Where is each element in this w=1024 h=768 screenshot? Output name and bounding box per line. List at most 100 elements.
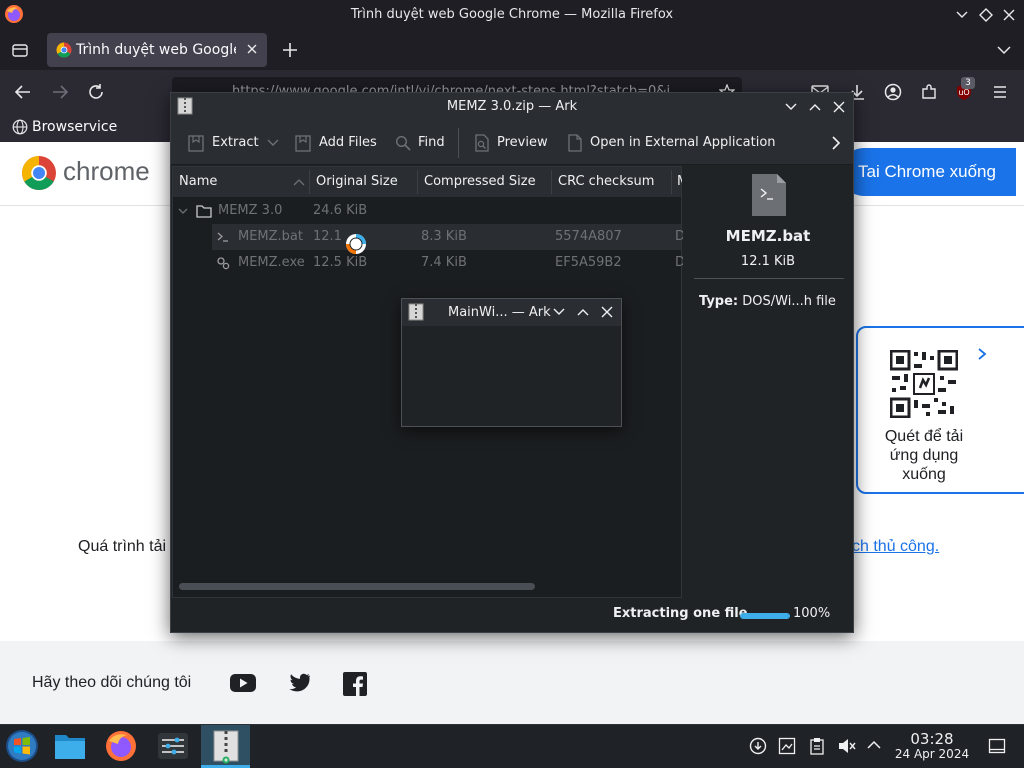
ark-window-title: MEMZ 3.0.zip — Ark — [446, 99, 578, 114]
toolbar-overflow-chevron-icon[interactable] — [830, 135, 842, 151]
qr-caption: Quét để tải ứng dụng xuống — [884, 428, 964, 483]
close-icon[interactable] — [1002, 8, 1016, 22]
twitter-icon[interactable] — [287, 673, 311, 693]
table-row-name[interactable]: MEMZ.bat — [238, 224, 303, 250]
panel-filesize: 12.1 KiB — [740, 254, 796, 269]
back-icon[interactable] — [14, 83, 32, 101]
ark-close-icon[interactable] — [832, 100, 846, 114]
start-menu-icon[interactable] — [5, 729, 39, 763]
facebook-icon[interactable] — [343, 672, 367, 696]
system-settings-icon[interactable] — [157, 732, 189, 760]
table-row-name[interactable]: MEMZ 3.0 — [218, 198, 282, 224]
column-crc[interactable]: CRC checksum — [558, 167, 654, 197]
table-row-original: 24.6 KiB — [313, 203, 368, 218]
volume-muted-icon[interactable] — [837, 737, 857, 755]
preview-button[interactable]: Preview — [497, 121, 548, 165]
tab-title: Trình duyệt web Google C — [76, 42, 236, 58]
chrome-favicon-icon — [56, 42, 72, 58]
column-name[interactable]: Name — [179, 167, 217, 197]
tab-overflow-chevron-icon[interactable] — [996, 42, 1012, 58]
open-external-icon[interactable] — [567, 134, 583, 152]
ark-maximize-icon[interactable] — [808, 100, 822, 114]
find-button[interactable]: Find — [418, 121, 445, 165]
download-chrome-label[interactable]: Tai Chrome xuống — [858, 148, 996, 196]
mainwindow-minimize-icon[interactable] — [552, 305, 566, 319]
show-desktop-icon[interactable] — [988, 737, 1006, 755]
preview-icon[interactable] — [474, 134, 490, 152]
chrome-wordmark[interactable]: chrome — [63, 156, 150, 187]
chrome-logo-icon[interactable] — [21, 155, 57, 191]
clock-time[interactable]: 03:28 — [894, 730, 970, 748]
toolbar-separator — [458, 128, 459, 158]
extension-badge: 3 — [961, 77, 975, 89]
tab-close-icon[interactable] — [245, 42, 259, 56]
folder-icon — [196, 204, 212, 218]
column-divider — [551, 170, 552, 194]
qr-chevron-right-icon[interactable] — [976, 347, 988, 361]
table-row-compressed: 8.3 KiB — [421, 229, 467, 244]
maximize-icon[interactable] — [979, 8, 993, 22]
update-notifier-icon[interactable] — [749, 737, 767, 755]
manual-download-link[interactable]: ch thủ công. — [852, 538, 939, 556]
column-divider — [309, 170, 310, 194]
tab-list-icon[interactable] — [11, 41, 29, 59]
column-divider — [417, 170, 418, 194]
mainwindow-close-icon[interactable] — [600, 305, 614, 319]
open-external-button[interactable]: Open in External Application — [590, 121, 776, 165]
executable-gear-icon — [216, 256, 230, 270]
tree-collapse-icon[interactable] — [177, 205, 189, 217]
screenshot-icon[interactable] — [778, 737, 796, 755]
script-file-icon — [751, 173, 787, 217]
panel-type-value: DOS/Wi...h file — [742, 294, 836, 309]
add-files-icon[interactable] — [295, 134, 311, 152]
extract-button[interactable]: Extract — [212, 121, 259, 165]
status-text: Extracting one file — [613, 606, 748, 621]
ark-taskbar-icon[interactable] — [212, 730, 240, 764]
extraction-progress-fill — [741, 614, 789, 618]
file-manager-icon[interactable] — [54, 732, 86, 760]
system-tray-expand-icon[interactable] — [866, 738, 882, 752]
extract-icon[interactable] — [188, 134, 204, 152]
mainwindow-title: MainWi... — Ark — [448, 305, 551, 320]
column-m[interactable]: M — [677, 167, 682, 197]
table-row-crc: 5574A807 — [555, 229, 622, 244]
svg-text:uO: uO — [958, 88, 969, 97]
window-title: Trình duyệt web Google Chrome — Mozilla … — [350, 7, 674, 22]
table-row-compressed: 7.4 KiB — [421, 255, 467, 270]
clipboard-icon[interactable] — [808, 737, 826, 755]
hamburger-menu-icon[interactable] — [992, 84, 1008, 100]
add-files-button[interactable]: Add Files — [319, 121, 377, 165]
follow-us-label: Hãy theo dõi chúng tôi — [32, 674, 192, 691]
sort-up-icon[interactable] — [293, 177, 305, 187]
qr-code-icon — [890, 350, 958, 418]
column-compressed-size[interactable]: Compressed Size — [424, 167, 536, 197]
extensions-icon[interactable] — [920, 83, 938, 101]
mainwindow-maximize-icon[interactable] — [576, 305, 590, 319]
table-row-name[interactable]: MEMZ.exe — [238, 250, 305, 276]
extraction-progress-bar — [740, 613, 790, 619]
panel-type: Type: DOS/Wi...h file — [699, 294, 836, 309]
status-percent: 100% — [793, 606, 831, 621]
new-tab-icon[interactable] — [281, 41, 299, 59]
table-row-original: 12.5 KiB — [313, 255, 368, 270]
find-icon[interactable] — [395, 135, 411, 151]
bookmark-browservice[interactable]: Browservice — [32, 114, 117, 140]
ark-minimize-icon[interactable] — [784, 100, 798, 114]
horizontal-scrollbar[interactable] — [179, 583, 535, 590]
youtube-icon[interactable] — [230, 673, 256, 693]
panel-divider — [694, 278, 844, 279]
reload-icon[interactable] — [87, 83, 105, 101]
column-divider — [671, 170, 672, 194]
globe-icon — [12, 119, 28, 135]
firefox-taskbar-icon[interactable] — [105, 730, 137, 762]
column-original-size[interactable]: Original Size — [316, 167, 398, 197]
mainwindow-ark-icon — [408, 303, 424, 321]
download-progress-text: Quá trình tải — [78, 538, 167, 555]
minimize-icon[interactable] — [955, 8, 969, 22]
account-icon[interactable] — [884, 83, 902, 101]
clock-date[interactable]: 24 Apr 2024 — [886, 747, 978, 761]
extract-dropdown-chevron-icon[interactable] — [267, 138, 279, 148]
table-row-crc: EF5A59B2 — [555, 255, 622, 270]
forward-icon[interactable] — [51, 83, 69, 101]
panel-filename: MEMZ.bat — [725, 227, 811, 245]
